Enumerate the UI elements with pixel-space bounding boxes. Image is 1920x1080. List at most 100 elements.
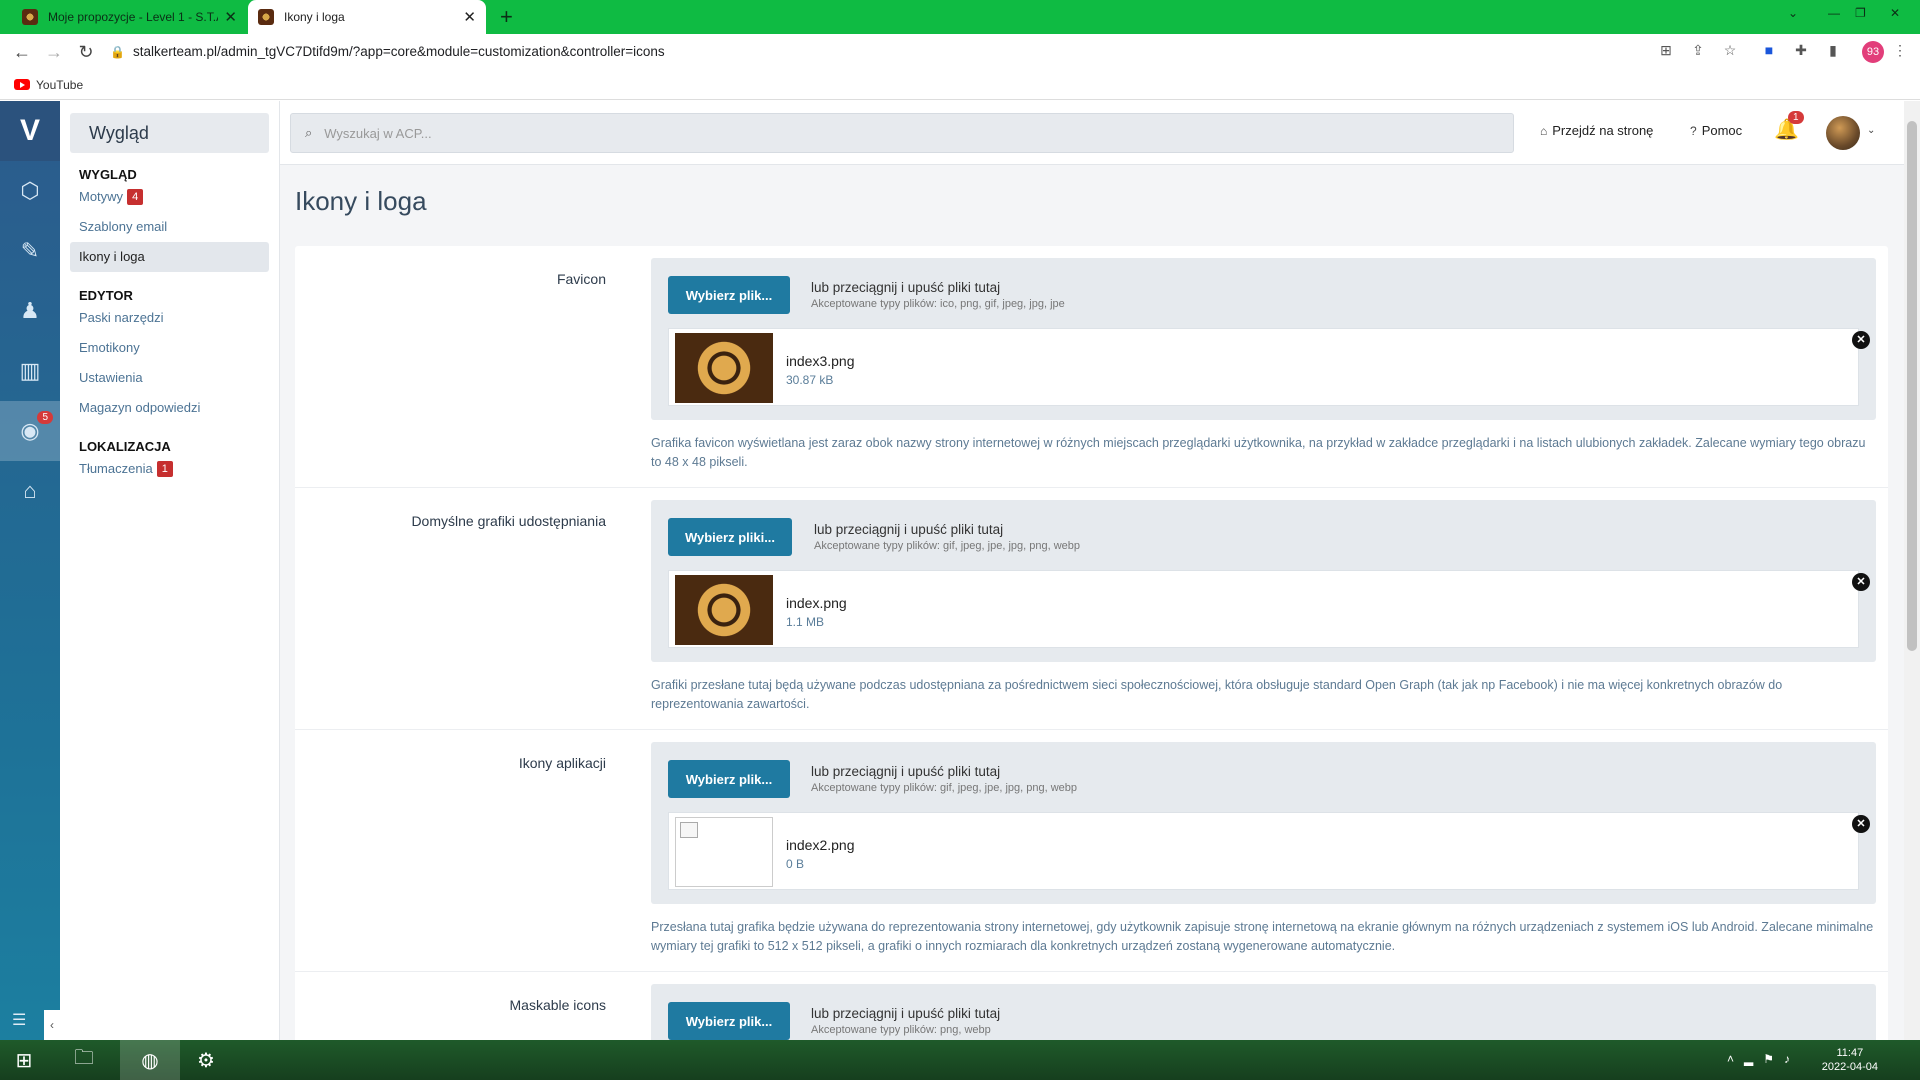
bookmark-youtube[interactable]: YouTube bbox=[36, 78, 83, 92]
field-label: Favicon bbox=[556, 271, 606, 287]
basket-icon[interactable]: ⌂ bbox=[0, 461, 60, 521]
help-link[interactable]: ? Pomoc bbox=[1690, 123, 1742, 138]
tab-search-icon[interactable]: ⌄ bbox=[1788, 6, 1798, 20]
notification-badge: 1 bbox=[1788, 111, 1804, 124]
youtube-icon bbox=[14, 79, 30, 90]
upload-box: Wybierz plik... lub przeciągnij i upuść … bbox=[651, 742, 1876, 904]
drag-drop-text: lub przeciągnij i upuść pliki tutaj bbox=[811, 764, 1001, 779]
choose-file-button[interactable]: Wybierz plik... bbox=[668, 276, 790, 314]
browser-tabbar: Moje propozycje - Level 1 - S.T.A ✕ Ikon… bbox=[0, 0, 1920, 34]
profile-avatar[interactable]: 93 bbox=[1862, 41, 1884, 63]
collapse-chevron-icon[interactable]: ‹ bbox=[44, 1010, 60, 1040]
search-input[interactable] bbox=[324, 125, 1412, 141]
new-tab-icon[interactable]: + bbox=[500, 4, 513, 30]
eye-icon[interactable]: ◉ 5 bbox=[0, 401, 60, 461]
system-tray-icons[interactable]: ˄▂⚑♪ bbox=[1727, 1052, 1800, 1066]
scrollbar-thumb[interactable] bbox=[1907, 121, 1917, 651]
page-scrollbar[interactable] bbox=[1904, 101, 1920, 1040]
extension-icon[interactable]: ■ bbox=[1759, 42, 1779, 62]
count-badge: 4 bbox=[127, 189, 144, 205]
close-tab-icon[interactable]: ✕ bbox=[224, 8, 237, 26]
chevron-down-icon[interactable]: ⌄ bbox=[1867, 125, 1875, 136]
subnav-item-tlumaczenia[interactable]: Tłumaczenia 1 bbox=[70, 454, 269, 484]
browser-tab-1[interactable]: Moje propozycje - Level 1 - S.T.A ✕ bbox=[12, 0, 247, 34]
subnav-item-emotikony[interactable]: Emotikony bbox=[70, 333, 269, 363]
close-window-icon[interactable]: ✕ bbox=[1890, 6, 1900, 20]
choose-file-button[interactable]: Wybierz plik... bbox=[668, 760, 790, 798]
tab-title: Ikony i loga bbox=[284, 10, 345, 24]
chrome-icon[interactable]: ◍ bbox=[120, 1040, 180, 1080]
close-tab-icon[interactable]: ✕ bbox=[463, 8, 476, 26]
restore-icon[interactable]: ❐ bbox=[1855, 6, 1866, 20]
forward-icon[interactable]: → bbox=[38, 42, 70, 63]
file-thumbnail bbox=[675, 333, 773, 403]
windows-start-icon[interactable]: ⊞ bbox=[0, 1040, 48, 1080]
subnav-item-magazyn[interactable]: Magazyn odpowiedzi bbox=[70, 393, 269, 423]
accepted-types: Akceptowane typy plików: gif, jpeg, jpe,… bbox=[811, 782, 1077, 794]
bell-icon[interactable]: 🔔 1 bbox=[1774, 111, 1804, 142]
back-icon[interactable]: ← bbox=[6, 42, 38, 63]
drag-drop-text: lub przeciągnij i upuść pliki tutaj bbox=[814, 522, 1004, 537]
drag-drop-text: lub przeciągnij i upuść pliki tutaj bbox=[811, 1006, 1001, 1021]
remove-file-icon[interactable]: ✕ bbox=[1852, 815, 1870, 833]
visit-site-link[interactable]: ⌂ Przejdź na stronę bbox=[1540, 123, 1653, 138]
browser-tab-2[interactable]: Ikony i loga ✕ bbox=[248, 0, 486, 34]
subnav-item-label: Paski narzędzi bbox=[79, 310, 164, 325]
upload-box: Wybierz plik... lub przeciągnij i upuść … bbox=[651, 258, 1876, 420]
field-maskable-icons: Maskable icons Wybierz plik... lub przec… bbox=[295, 972, 1888, 1040]
lock-icon: 🔒 bbox=[110, 45, 125, 59]
subnav-item-motywy[interactable]: Motywy 4 bbox=[70, 182, 269, 212]
windows-taskbar: ⊞ 🗀 ◍ ⚙ ˄▂⚑♪ 11:47 2022-04-04 bbox=[0, 1040, 1920, 1080]
uploaded-file: index2.png 0 B ✕ bbox=[668, 812, 1870, 890]
bookmark-star-icon[interactable]: ☆ bbox=[1720, 42, 1740, 62]
address-bar: ← → ↻ 🔒 stalkerteam.pl/admin_tgVC7Dtifd9m… bbox=[0, 34, 1920, 70]
broken-image-icon bbox=[675, 817, 773, 887]
reload-icon[interactable]: ↻ bbox=[70, 42, 102, 63]
field-description: Grafika favicon wyświetlana jest zaraz o… bbox=[651, 436, 1866, 469]
file-thumbnail bbox=[675, 575, 773, 645]
hamburger-icon[interactable]: ☰ bbox=[12, 1010, 26, 1030]
subnav-item-szablony[interactable]: Szablony email bbox=[70, 212, 269, 242]
url-field[interactable]: 🔒 stalkerteam.pl/admin_tgVC7Dtifd9m/?app=… bbox=[110, 34, 1640, 70]
translate-icon[interactable]: ⊞ bbox=[1656, 42, 1676, 62]
choose-file-button[interactable]: Wybierz plik... bbox=[668, 1002, 790, 1040]
sidepanel-icon[interactable]: ▮ bbox=[1823, 42, 1843, 62]
subnav-item-label: Emotikony bbox=[79, 340, 140, 355]
file-size: 0 B bbox=[786, 857, 805, 871]
minimize-icon[interactable]: — bbox=[1828, 6, 1840, 20]
avatar[interactable] bbox=[1826, 116, 1860, 150]
subnav-item-label: Ikony i loga bbox=[79, 249, 145, 264]
field-app-icons: Ikony aplikacji Wybierz plik... lub prze… bbox=[295, 730, 1888, 972]
share-icon[interactable]: ⇪ bbox=[1688, 42, 1708, 62]
subnav-title: Wygląd bbox=[70, 113, 269, 153]
field-favicon: Favicon Wybierz plik... lub przeciągnij … bbox=[295, 246, 1888, 488]
choose-files-button[interactable]: Wybierz pliki... bbox=[668, 518, 792, 556]
members-icon[interactable]: ♟ bbox=[0, 281, 60, 341]
url-text: stalkerteam.pl/admin_tgVC7Dtifd9m/?app=c… bbox=[132, 44, 665, 59]
steam-icon[interactable]: ⚙ bbox=[182, 1040, 230, 1080]
subnav-group-label: LOKALIZACJA bbox=[79, 439, 171, 454]
field-label: Maskable icons bbox=[509, 997, 607, 1013]
main-content: Ikony i loga Favicon Wybierz plik... lub… bbox=[280, 166, 1904, 1040]
puzzle-icon[interactable]: ✚ bbox=[1791, 42, 1811, 62]
subnav-item-ikony[interactable]: Ikony i loga bbox=[70, 242, 269, 272]
stats-icon[interactable]: ▥ bbox=[0, 341, 60, 401]
clock-date: 2022-04-04 bbox=[1821, 1061, 1878, 1073]
visit-site-label: Przejdź na stronę bbox=[1552, 123, 1654, 138]
cube-icon[interactable]: ⬡ bbox=[0, 161, 60, 221]
field-share-images: Domyślne grafiki udostępniania Wybierz p… bbox=[295, 488, 1888, 730]
acp-topbar: ⌕ ⌂ Przejdź na stronę ? Pomoc 🔔1 ⌄ bbox=[280, 101, 1904, 165]
accepted-types: Akceptowane typy plików: png, webp bbox=[811, 1024, 991, 1036]
file-size: 30.87 kB bbox=[786, 373, 834, 387]
subnav-item-ustawienia[interactable]: Ustawienia bbox=[70, 363, 269, 393]
main-rail: V ⬡ ✎ ♟ ▥ ◉ 5 ⌂ ☰ bbox=[0, 101, 60, 1040]
upload-box: Wybierz plik... lub przeciągnij i upuść … bbox=[651, 984, 1876, 1040]
file-explorer-icon[interactable]: 🗀 bbox=[60, 1040, 108, 1080]
menu-dots-icon[interactable]: ⋮ bbox=[1890, 42, 1910, 62]
logo-icon[interactable]: V bbox=[0, 101, 60, 161]
remove-file-icon[interactable]: ✕ bbox=[1852, 573, 1870, 591]
remove-file-icon[interactable]: ✕ bbox=[1852, 331, 1870, 349]
edit-icon[interactable]: ✎ bbox=[0, 221, 60, 281]
clock[interactable]: 11:47 2022-04-04 bbox=[1822, 1046, 1878, 1074]
subnav-item-paski[interactable]: Paski narzędzi bbox=[70, 303, 269, 333]
